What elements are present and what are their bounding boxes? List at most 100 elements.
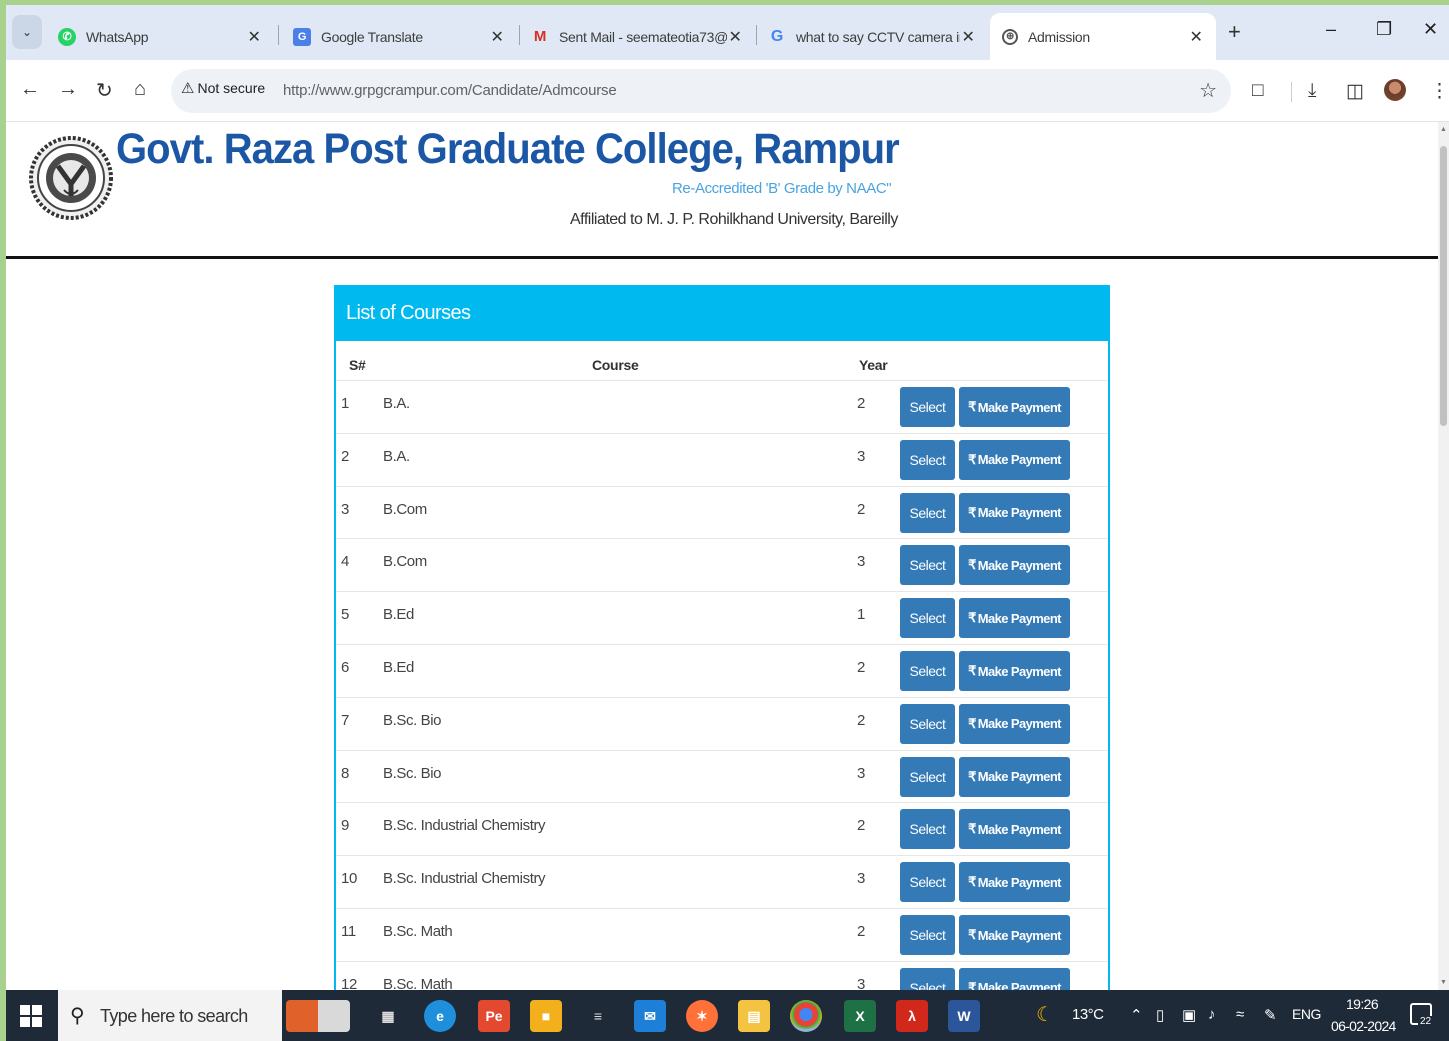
close-icon[interactable]: ✕	[489, 27, 505, 47]
make-payment-button[interactable]: ₹ Make Payment	[959, 439, 1070, 480]
make-payment-button[interactable]: ₹ Make Payment	[959, 756, 1070, 797]
new-tab-button[interactable]: +	[1228, 19, 1241, 45]
url-text[interactable]: http://www.grpgcrampur.com/Candidate/Adm…	[283, 82, 617, 99]
select-button[interactable]: Select	[900, 545, 955, 586]
task-view-icon[interactable]: ▦	[372, 1000, 404, 1032]
extensions-icon[interactable]: □	[1252, 80, 1263, 102]
pe-app-icon[interactable]: Pe	[478, 1000, 510, 1032]
accreditation-text: Re-Accredited 'B' Grade by NAAC"	[672, 180, 892, 197]
row-sno: 7	[341, 711, 349, 729]
tab-google-translate[interactable]: G Google Translate ✕	[281, 13, 517, 60]
language-indicator[interactable]: ENG	[1292, 1006, 1321, 1022]
show-hidden-icons-icon[interactable]: ⌃	[1130, 1006, 1143, 1024]
select-button[interactable]: Select	[900, 703, 955, 744]
firefox-icon[interactable]: ✶	[686, 1000, 718, 1032]
forward-button[interactable]: →	[58, 78, 78, 101]
make-payment-button[interactable]: ₹ Make Payment	[959, 598, 1070, 639]
network-icon[interactable]: ▣	[1182, 1006, 1196, 1024]
table-row: 1 B.A. 2 Select ₹ Make Payment	[336, 380, 1108, 433]
make-payment-label: Make Payment	[977, 663, 1062, 679]
scroll-down-arrow-icon[interactable]: ▼	[1440, 979, 1447, 986]
select-button[interactable]: Select	[900, 862, 955, 903]
make-payment-button[interactable]: ₹ Make Payment	[959, 387, 1070, 427]
panel-heading: List of Courses	[334, 285, 1110, 341]
minimize-button[interactable]: –	[1326, 19, 1336, 40]
select-button[interactable]: Select	[900, 756, 955, 797]
select-button[interactable]: Select	[900, 967, 955, 990]
make-payment-button[interactable]: ₹ Make Payment	[959, 651, 1070, 691]
pinned-files-app-icon[interactable]	[286, 1000, 350, 1032]
home-button[interactable]: ⌂	[134, 78, 146, 101]
close-window-button[interactable]: ✕	[1423, 19, 1438, 40]
make-payment-button[interactable]: ₹ Make Payment	[959, 703, 1070, 744]
notification-count: 22	[1418, 1016, 1434, 1027]
back-button[interactable]: ←	[20, 78, 40, 101]
wifi-icon[interactable]: ≈	[1236, 1006, 1244, 1023]
tab-admission[interactable]: ⊕ Admission ✕	[990, 13, 1216, 60]
tab-google-search[interactable]: G what to say CCTV camera in ✕	[756, 13, 988, 60]
make-payment-button[interactable]: ₹ Make Payment	[959, 492, 1070, 533]
store-icon[interactable]: ■	[530, 1000, 562, 1032]
make-payment-label: Make Payment	[977, 557, 1062, 573]
row-sno: 3	[341, 500, 349, 518]
college-title: Govt. Raza Post Graduate College, Rampur	[116, 125, 900, 173]
make-payment-button[interactable]: ₹ Make Payment	[959, 862, 1070, 903]
search-placeholder: Type here to search	[100, 1006, 248, 1026]
file-explorer-icon[interactable]: ▤	[738, 1000, 770, 1032]
tab-search-dropdown[interactable]: ⌄	[12, 15, 42, 49]
clock-time[interactable]: 19:26	[1346, 996, 1379, 1012]
tab-whatsapp[interactable]: ✆ WhatsApp ✕	[46, 13, 274, 60]
select-button[interactable]: Select	[900, 598, 955, 639]
select-button[interactable]: Select	[900, 439, 955, 480]
taskbar-search-box[interactable]: ⚲ Type here to search	[58, 990, 282, 1041]
header-divider	[6, 256, 1438, 259]
row-year: 2	[857, 659, 865, 676]
bookmark-star-icon[interactable]: ☆	[1199, 78, 1217, 103]
word-icon[interactable]: W	[948, 1000, 980, 1032]
restore-button[interactable]: ❐	[1376, 19, 1392, 40]
tab-gmail[interactable]: M Sent Mail - seemateotia73@ ✕	[519, 13, 755, 60]
clock-date[interactable]: 06-02-2024	[1331, 1018, 1396, 1034]
excel-icon[interactable]: X	[844, 1000, 876, 1032]
chrome-icon[interactable]	[790, 1000, 822, 1032]
select-button[interactable]: Select	[900, 492, 955, 533]
battery-icon[interactable]: ▯	[1156, 1006, 1164, 1024]
rupee-icon: ₹	[968, 768, 976, 784]
row-year: 3	[857, 447, 865, 465]
make-payment-button[interactable]: ₹ Make Payment	[959, 915, 1070, 955]
select-button[interactable]: Select	[900, 915, 955, 955]
make-payment-button[interactable]: ₹ Make Payment	[959, 545, 1070, 586]
select-button[interactable]: Select	[900, 809, 955, 850]
edge-browser-icon[interactable]: e	[424, 1000, 456, 1032]
windows-start-icon[interactable]	[20, 1005, 42, 1027]
select-button[interactable]: Select	[900, 651, 955, 691]
page-scrollbar[interactable]: ▲ ▼	[1438, 122, 1449, 990]
make-payment-button[interactable]: ₹ Make Payment	[959, 809, 1070, 850]
pen-icon[interactable]: ✎	[1264, 1006, 1277, 1024]
row-year: 3	[857, 975, 865, 990]
make-payment-button[interactable]: ₹ Make Payment	[959, 967, 1070, 990]
rupee-icon: ₹	[968, 874, 976, 890]
side-panel-icon[interactable]: ◫	[1346, 80, 1364, 103]
close-icon[interactable]: ✕	[727, 27, 743, 47]
download-icon[interactable]: ⤓	[1308, 80, 1316, 102]
close-icon[interactable]: ✕	[246, 27, 262, 47]
profile-avatar[interactable]	[1384, 79, 1406, 101]
volume-icon[interactable]: ♪	[1208, 1006, 1216, 1023]
scroll-up-arrow-icon[interactable]: ▲	[1440, 126, 1447, 133]
scroll-thumb[interactable]	[1440, 146, 1447, 426]
address-bar[interactable]: ⚠ Not secure http://www.grpgcrampur.com/C…	[171, 69, 1231, 113]
mail-icon[interactable]: ✉	[634, 1000, 666, 1032]
close-icon[interactable]: ✕	[1188, 27, 1204, 47]
close-icon[interactable]: ✕	[960, 27, 976, 47]
weather-moon-icon[interactable]: ☾	[1036, 1002, 1054, 1027]
column-header-sno: S#	[349, 357, 366, 373]
row-course: B.Sc. Industrial Chemistry	[383, 817, 546, 835]
reload-button[interactable]: ↻	[96, 78, 113, 103]
menu-kebab-icon[interactable]: ⋮	[1430, 80, 1449, 103]
scanner-app-icon[interactable]: ≡	[582, 1000, 614, 1032]
acrobat-icon[interactable]: λ	[896, 1000, 928, 1032]
weather-temperature[interactable]: 13°C	[1072, 1006, 1104, 1023]
security-indicator[interactable]: ⚠ Not secure	[181, 79, 265, 97]
select-button[interactable]: Select	[900, 387, 955, 427]
